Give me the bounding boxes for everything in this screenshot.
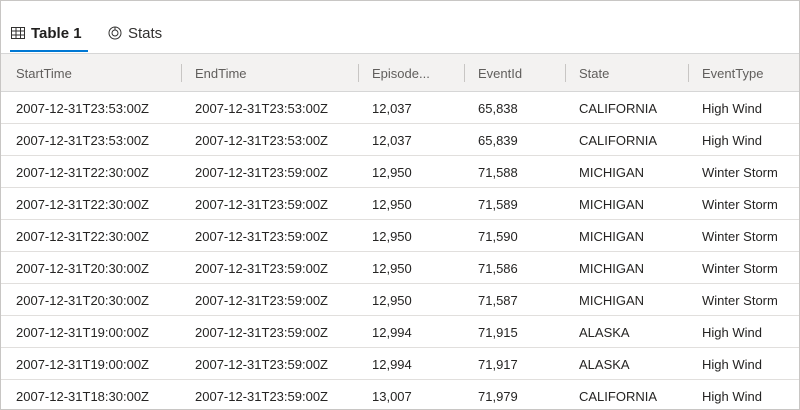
cell-eventtype: Winter Storm (702, 164, 778, 180)
cell-endtime: 2007-12-31T23:59:00Z (195, 260, 328, 276)
tab-table-1[interactable]: Table 1 (11, 13, 82, 53)
active-tab-indicator (10, 50, 88, 52)
cell-state: MICHIGAN (579, 164, 644, 180)
cell-eventid: 71,917 (478, 356, 518, 372)
cell-episodeid: 12,037 (372, 132, 412, 148)
table-row[interactable]: 2007-12-31T23:53:00Z 2007-12-31T23:53:00… (1, 92, 799, 124)
cell-endtime: 2007-12-31T23:53:00Z (195, 100, 328, 116)
cell-endtime: 2007-12-31T23:59:00Z (195, 196, 328, 212)
cell-starttime: 2007-12-31T20:30:00Z (16, 292, 149, 308)
table-row[interactable]: 2007-12-31T18:30:00Z 2007-12-31T23:59:00… (1, 380, 799, 409)
cell-episodeid: 12,994 (372, 356, 412, 372)
cell-eventtype: Winter Storm (702, 228, 778, 244)
cell-eventid: 71,915 (478, 324, 518, 340)
cell-endtime: 2007-12-31T23:59:00Z (195, 292, 328, 308)
table-row[interactable]: 2007-12-31T22:30:00Z 2007-12-31T23:59:00… (1, 220, 799, 252)
column-header-episodeid[interactable]: Episode... (358, 54, 430, 92)
cell-eventtype: Winter Storm (702, 260, 778, 276)
cell-endtime: 2007-12-31T23:59:00Z (195, 324, 328, 340)
column-header-eventtype[interactable]: EventType (688, 54, 763, 92)
cell-episodeid: 12,950 (372, 292, 412, 308)
cell-starttime: 2007-12-31T22:30:00Z (16, 228, 149, 244)
cell-state: CALIFORNIA (579, 100, 658, 116)
table-row[interactable]: 2007-12-31T22:30:00Z 2007-12-31T23:59:00… (1, 188, 799, 220)
cell-endtime: 2007-12-31T23:59:00Z (195, 388, 328, 404)
cell-endtime: 2007-12-31T23:59:00Z (195, 228, 328, 244)
tab-stats-label: Stats (128, 24, 163, 42)
cell-eventtype: High Wind (702, 356, 762, 372)
cell-episodeid: 12,037 (372, 100, 412, 116)
cell-state: CALIFORNIA (579, 388, 658, 404)
table-row[interactable]: 2007-12-31T19:00:00Z 2007-12-31T23:59:00… (1, 348, 799, 380)
cell-state: CALIFORNIA (579, 132, 658, 148)
cell-eventtype: High Wind (702, 100, 762, 116)
table-grid-icon (11, 27, 25, 39)
table-row[interactable]: 2007-12-31T19:00:00Z 2007-12-31T23:59:00… (1, 316, 799, 348)
cell-endtime: 2007-12-31T23:59:00Z (195, 164, 328, 180)
stats-icon (108, 26, 122, 40)
cell-eventtype: Winter Storm (702, 292, 778, 308)
column-header-starttime[interactable]: StartTime (2, 54, 72, 92)
cell-eventid: 71,588 (478, 164, 518, 180)
cell-eventid: 71,589 (478, 196, 518, 212)
cell-state: ALASKA (579, 356, 630, 372)
cell-episodeid: 12,950 (372, 228, 412, 244)
cell-eventid: 65,839 (478, 132, 518, 148)
cell-starttime: 2007-12-31T23:53:00Z (16, 100, 149, 116)
cell-eventtype: High Wind (702, 388, 762, 404)
tab-table-1-label: Table 1 (31, 24, 82, 42)
cell-eventid: 71,979 (478, 388, 518, 404)
cell-eventtype: Winter Storm (702, 196, 778, 212)
cell-starttime: 2007-12-31T20:30:00Z (16, 260, 149, 276)
results-table: StartTime EndTime Episode... EventId Sta… (1, 53, 799, 409)
cell-starttime: 2007-12-31T22:30:00Z (16, 196, 149, 212)
cell-starttime: 2007-12-31T19:00:00Z (16, 356, 149, 372)
cell-eventid: 71,590 (478, 228, 518, 244)
results-tabs: Table 1 Stats (1, 1, 799, 53)
cell-state: MICHIGAN (579, 260, 644, 276)
cell-eventid: 71,587 (478, 292, 518, 308)
cell-state: MICHIGAN (579, 228, 644, 244)
cell-episodeid: 12,994 (372, 324, 412, 340)
cell-eventtype: High Wind (702, 132, 762, 148)
cell-starttime: 2007-12-31T23:53:00Z (16, 132, 149, 148)
results-panel: Table 1 Stats StartTime EndTime Episode.… (0, 0, 800, 410)
table-row[interactable]: 2007-12-31T23:53:00Z 2007-12-31T23:53:00… (1, 124, 799, 156)
table-body: 2007-12-31T23:53:00Z 2007-12-31T23:53:00… (1, 92, 799, 409)
cell-starttime: 2007-12-31T18:30:00Z (16, 388, 149, 404)
column-header-endtime[interactable]: EndTime (181, 54, 247, 92)
cell-starttime: 2007-12-31T19:00:00Z (16, 324, 149, 340)
tab-stats[interactable]: Stats (108, 13, 162, 53)
column-header-state[interactable]: State (565, 54, 609, 92)
cell-eventid: 65,838 (478, 100, 518, 116)
cell-episodeid: 12,950 (372, 196, 412, 212)
cell-state: ALASKA (579, 324, 630, 340)
table-row[interactable]: 2007-12-31T20:30:00Z 2007-12-31T23:59:00… (1, 252, 799, 284)
column-header-eventid[interactable]: EventId (464, 54, 522, 92)
cell-eventid: 71,586 (478, 260, 518, 276)
cell-state: MICHIGAN (579, 196, 644, 212)
cell-endtime: 2007-12-31T23:59:00Z (195, 356, 328, 372)
table-row[interactable]: 2007-12-31T20:30:00Z 2007-12-31T23:59:00… (1, 284, 799, 316)
table-header-row: StartTime EndTime Episode... EventId Sta… (1, 54, 799, 92)
cell-starttime: 2007-12-31T22:30:00Z (16, 164, 149, 180)
cell-episodeid: 13,007 (372, 388, 412, 404)
cell-eventtype: High Wind (702, 324, 762, 340)
table-row[interactable]: 2007-12-31T22:30:00Z 2007-12-31T23:59:00… (1, 156, 799, 188)
cell-endtime: 2007-12-31T23:53:00Z (195, 132, 328, 148)
cell-state: MICHIGAN (579, 292, 644, 308)
cell-episodeid: 12,950 (372, 164, 412, 180)
cell-episodeid: 12,950 (372, 260, 412, 276)
